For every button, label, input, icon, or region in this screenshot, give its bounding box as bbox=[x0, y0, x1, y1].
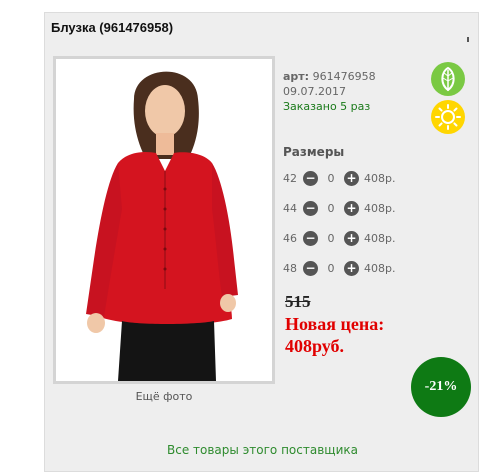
product-card: Блузка (961476958) Ещё фото арт: 9614769… bbox=[44, 12, 479, 472]
size-price: 408р. bbox=[364, 171, 396, 185]
product-info: арт: 961476958 09.07.2017 Заказано 5 раз bbox=[283, 69, 376, 114]
ordered-count: Заказано 5 раз bbox=[283, 100, 371, 113]
size-row: 48 − 0 + 408р. bbox=[283, 259, 395, 277]
size-row: 44 − 0 + 408р. bbox=[283, 199, 395, 217]
quantity-value: 0 bbox=[327, 201, 335, 215]
minus-button[interactable]: − bbox=[303, 200, 318, 216]
discount-badge: -21% bbox=[411, 357, 471, 417]
product-date: 09.07.2017 bbox=[283, 85, 346, 98]
new-price-label: Новая цена: bbox=[285, 314, 385, 334]
plus-button[interactable]: + bbox=[344, 200, 359, 216]
minus-button[interactable]: − bbox=[303, 260, 318, 276]
sun-icon bbox=[431, 100, 465, 134]
size-label: 42 bbox=[283, 171, 297, 185]
size-row: 46 − 0 + 408р. bbox=[283, 229, 395, 247]
article-value: 961476958 bbox=[312, 70, 376, 83]
title-marker bbox=[467, 37, 469, 42]
minus-button[interactable]: − bbox=[303, 230, 318, 246]
size-price: 408р. bbox=[364, 201, 396, 215]
quantity-value: 0 bbox=[327, 231, 335, 245]
article-label: арт: bbox=[283, 70, 310, 83]
blouse-photo-image bbox=[56, 59, 272, 381]
plus-button[interactable]: + bbox=[344, 170, 359, 186]
minus-button[interactable]: − bbox=[303, 170, 318, 186]
plus-button[interactable]: + bbox=[344, 230, 359, 246]
size-label: 44 bbox=[283, 201, 297, 215]
leaf-icon bbox=[431, 62, 465, 96]
more-photos-link[interactable]: Ещё фото bbox=[53, 390, 275, 403]
new-price-value: 408руб. bbox=[285, 336, 345, 356]
old-price: 515 bbox=[285, 292, 311, 311]
size-price: 408р. bbox=[364, 261, 396, 275]
product-title: Блузка (961476958) bbox=[51, 20, 174, 35]
size-row: 42 − 0 + 408р. bbox=[283, 169, 395, 187]
product-photo[interactable] bbox=[53, 56, 275, 384]
new-price: Новая цена: 408руб. bbox=[285, 313, 435, 357]
plus-button[interactable]: + bbox=[344, 260, 359, 276]
quantity-value: 0 bbox=[327, 171, 335, 185]
sizes-heading: Размеры bbox=[283, 145, 345, 159]
size-label: 48 bbox=[283, 261, 297, 275]
article-row: арт: 961476958 bbox=[283, 69, 376, 84]
quantity-value: 0 bbox=[327, 261, 335, 275]
size-label: 46 bbox=[283, 231, 297, 245]
size-price: 408р. bbox=[364, 231, 396, 245]
supplier-products-link[interactable]: Все товары этого поставщика bbox=[45, 443, 480, 457]
